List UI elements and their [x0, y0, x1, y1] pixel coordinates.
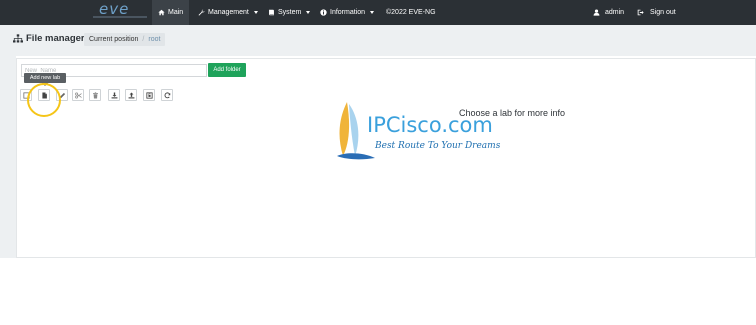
add-folder-button[interactable]: Add folder [208, 63, 246, 77]
nav-signout-label: Sign out [650, 9, 676, 16]
sail-blue [349, 104, 359, 156]
nav-system-label: System [278, 9, 302, 16]
page-title: File manager [13, 33, 85, 44]
info-icon [320, 9, 327, 16]
breadcrumb-root-link[interactable]: root [148, 36, 160, 43]
breadcrumb-label: Current position [89, 36, 139, 43]
copyright-label: ©2022 EVE-NG [386, 9, 436, 16]
nav-management-label: Management [208, 9, 249, 16]
highlight-circle [27, 83, 61, 117]
delete-button[interactable] [89, 89, 101, 101]
nav-management[interactable]: Management [198, 0, 258, 25]
scissors-icon [74, 91, 82, 99]
cut-button[interactable] [72, 89, 84, 101]
breadcrumb-separator: / [142, 36, 145, 43]
chevron-down-icon [370, 11, 375, 14]
nav-system[interactable]: System [268, 0, 311, 25]
chevron-down-icon [253, 11, 258, 14]
nav-user-label: admin [605, 9, 625, 16]
signout-icon [637, 9, 644, 16]
trash-icon [92, 91, 98, 98]
nav-main-label: Main [168, 9, 184, 16]
download-icon [111, 92, 117, 98]
left-gutter [0, 56, 16, 258]
refresh-icon [164, 91, 170, 98]
upload-icon [128, 92, 134, 98]
nav-user[interactable]: admin [593, 0, 624, 25]
import-button[interactable] [108, 89, 120, 101]
nav-information-label: Information [330, 9, 366, 16]
logo-tagline-bar [93, 16, 147, 18]
wrench-icon [198, 9, 205, 16]
sitemap-icon [13, 34, 23, 43]
user-icon [593, 9, 600, 16]
sail-yellow [339, 102, 350, 156]
breadcrumb: Current position / root [84, 33, 166, 46]
copyright-text[interactable]: ©2022 EVE-NG [386, 0, 436, 25]
unlock-icon [145, 91, 153, 99]
unlock-button[interactable] [143, 89, 155, 101]
export-button[interactable] [125, 89, 137, 101]
home-icon [158, 9, 165, 16]
chevron-down-icon [306, 11, 311, 14]
nav-signout[interactable]: Sign out [637, 0, 676, 25]
watermark-slogan: Best Route To Your Dreams [375, 141, 501, 151]
watermark-brand: IPCisco.com [367, 113, 493, 137]
refresh-button[interactable] [161, 89, 173, 101]
nav-information[interactable]: Information [320, 0, 375, 25]
page-title-label: File manager [26, 33, 85, 44]
book-icon [269, 9, 274, 16]
nav-main[interactable]: Main [152, 0, 190, 25]
add-new-lab-tooltip: Add new lab [24, 73, 66, 86]
eve-logo[interactable]: eve [93, 2, 147, 22]
page-bottom [0, 258, 756, 325]
tooltip-text: Add new lab [29, 75, 61, 81]
